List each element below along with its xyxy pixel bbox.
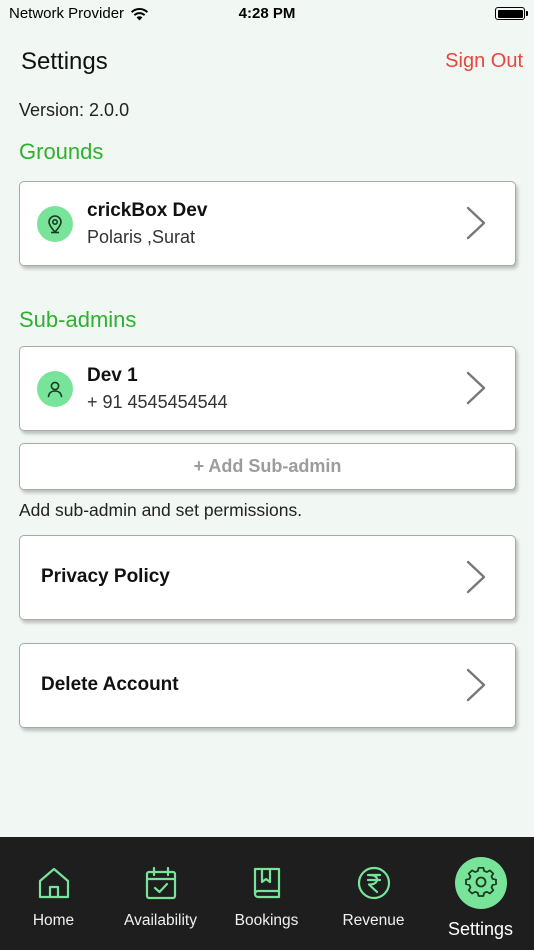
- tab-bookings[interactable]: Bookings: [213, 837, 320, 950]
- chevron-right-icon: [466, 560, 486, 594]
- ground-location: Polaris ,Surat: [87, 227, 196, 247]
- status-bar: Network Provider 4:28 PM: [0, 0, 534, 28]
- page-title: Settings: [21, 48, 108, 75]
- tab-revenue[interactable]: Revenue: [320, 837, 427, 950]
- tab-settings-active-indicator: [454, 857, 507, 909]
- bookmark-book-icon: [253, 867, 280, 899]
- privacy-policy-card[interactable]: Privacy Policy: [19, 535, 516, 620]
- delete-account-card[interactable]: Delete Account: [19, 643, 516, 728]
- chevron-right-icon: [466, 668, 486, 702]
- tab-home-label: Home: [32, 912, 75, 929]
- ground-card[interactable]: crickBox Dev Polaris ,Surat: [19, 181, 516, 266]
- privacy-policy-label: Privacy Policy: [41, 566, 170, 587]
- tab-settings[interactable]: Settings: [427, 837, 534, 950]
- sub-admins-section-title: Sub-admins: [19, 307, 137, 332]
- rupee-icon: [357, 866, 390, 900]
- sign-out-button[interactable]: Sign Out: [445, 50, 523, 73]
- sub-admin-phone: + 91 4545454544: [87, 392, 228, 412]
- sub-admin-card[interactable]: Dev 1 + 91 4545454544: [19, 346, 516, 431]
- chevron-right-icon: [466, 206, 486, 240]
- header: Settings Sign Out: [0, 44, 534, 84]
- tab-home[interactable]: Home: [0, 837, 107, 950]
- tab-bookings-label: Bookings: [234, 912, 299, 929]
- gear-icon: [464, 867, 497, 897]
- delete-account-label: Delete Account: [41, 674, 179, 695]
- tab-settings-label: Settings: [447, 919, 514, 939]
- tab-availability[interactable]: Availability: [107, 837, 214, 950]
- add-sub-admin-button[interactable]: + Add Sub-admin: [19, 443, 516, 490]
- home-icon: [38, 867, 69, 899]
- chevron-right-icon: [466, 371, 486, 405]
- user-icon: [37, 371, 73, 407]
- calendar-check-icon: [145, 866, 176, 900]
- add-sub-admin-helper-text: Add sub-admin and set permissions.: [19, 500, 303, 520]
- grounds-section-title: Grounds: [19, 139, 104, 164]
- bottom-tab-bar: Home Availability Bookings Revenue Setti…: [0, 837, 534, 950]
- ground-name: crickBox Dev: [87, 200, 208, 221]
- location-pin-icon: [37, 206, 73, 242]
- version-label: Version: 2.0.0: [19, 100, 130, 120]
- sub-admin-name: Dev 1: [87, 365, 138, 386]
- tab-availability-label: Availability: [124, 912, 197, 929]
- status-time: 4:28 PM: [238, 5, 296, 22]
- battery-icon: [495, 7, 528, 20]
- tab-revenue-label: Revenue: [342, 912, 405, 929]
